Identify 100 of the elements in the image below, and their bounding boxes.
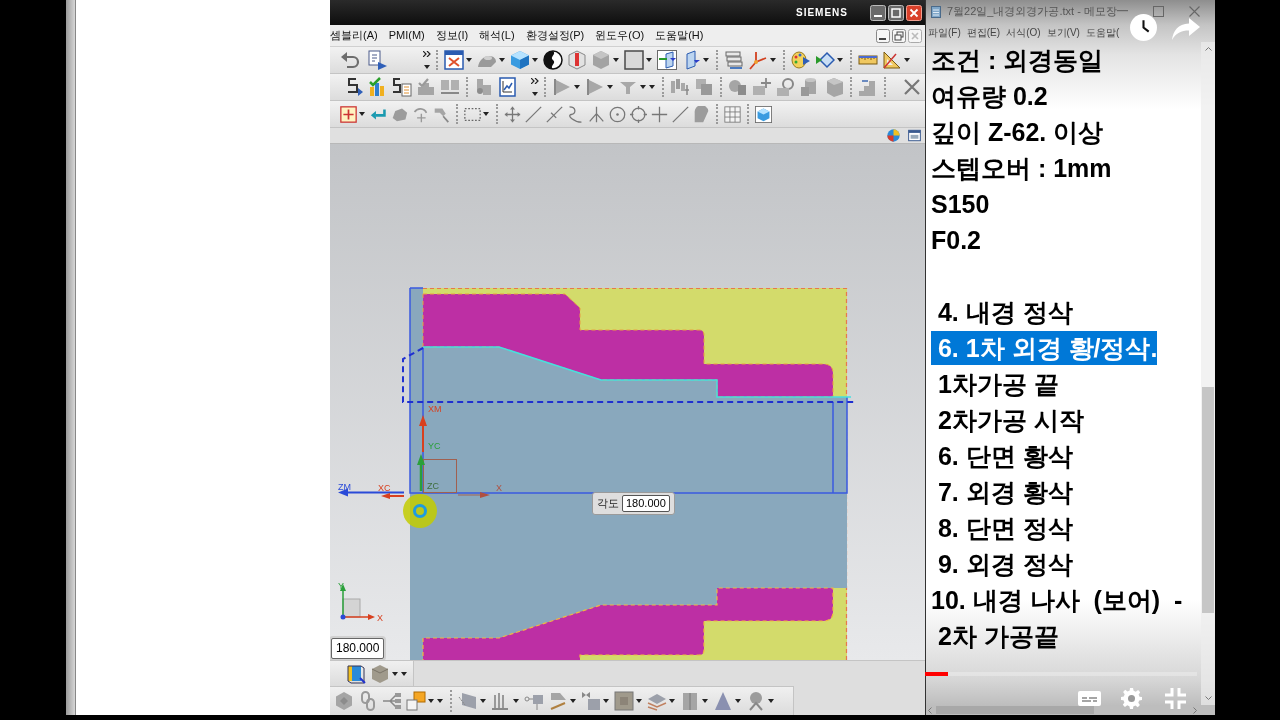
curve-icon[interactable]: [567, 105, 584, 123]
scroll-up-icon[interactable]: [1204, 47, 1212, 51]
plus-block-icon[interactable]: [752, 77, 772, 97]
line-icon[interactable]: [672, 105, 689, 123]
dashed-rectangle-icon[interactable]: [464, 105, 481, 123]
menu-item[interactable]: 서식(O): [1006, 24, 1041, 40]
caret-icon[interactable]: [424, 65, 430, 69]
horizontal-scrollbar[interactable]: [926, 705, 1215, 715]
caret-icon[interactable]: [607, 85, 613, 89]
double-chevron-icon[interactable]: [423, 51, 431, 57]
arc-plus-icon[interactable]: [412, 105, 429, 123]
tripod-icon[interactable]: [588, 105, 605, 123]
scroll-left-icon[interactable]: [928, 706, 932, 714]
grid-icon[interactable]: [724, 105, 741, 123]
undo-icon[interactable]: [340, 50, 360, 70]
caret-icon[interactable]: [513, 699, 519, 703]
menu-item[interactable]: PMI(M): [388, 27, 425, 44]
menu-item[interactable]: 도움말(: [1085, 24, 1120, 40]
cube-frame-icon[interactable]: [755, 105, 772, 123]
vertical-scrollbar[interactable]: [1201, 42, 1215, 705]
box-icon[interactable]: [824, 77, 844, 97]
minimize-icon[interactable]: [876, 28, 890, 43]
plus-square-icon[interactable]: [340, 105, 357, 123]
tree-structure-icon[interactable]: [382, 691, 402, 711]
twin-panels-icon[interactable]: [440, 77, 460, 97]
hexagon-icon[interactable]: [334, 691, 354, 711]
stairs-icon[interactable]: [858, 77, 878, 97]
window-icon[interactable]: [908, 129, 921, 142]
caret-icon[interactable]: [466, 58, 472, 62]
caret-icon[interactable]: [613, 58, 619, 62]
scroll-down-icon[interactable]: [1204, 696, 1212, 700]
circle-center-icon[interactable]: [609, 105, 626, 123]
caret-icon[interactable]: [669, 699, 675, 703]
move-arrows-icon[interactable]: [504, 105, 521, 123]
settings-icon[interactable]: [1121, 688, 1142, 709]
chart-document-icon[interactable]: [498, 77, 518, 97]
scrollbar-thumb[interactable]: [936, 706, 1094, 714]
document-arrow-icon[interactable]: [368, 50, 388, 70]
half-shaded-circle-icon[interactable]: [543, 50, 563, 70]
menu-item[interactable]: 환경설정(P): [525, 27, 585, 44]
circle-block-icon[interactable]: [728, 77, 748, 97]
caret-icon[interactable]: [735, 699, 741, 703]
caret-icon[interactable]: [603, 699, 609, 703]
caret-icon[interactable]: [702, 699, 708, 703]
plus-icon[interactable]: [651, 105, 668, 123]
arc-shape-icon[interactable]: [693, 105, 710, 123]
cube-icon[interactable]: [510, 50, 530, 70]
restore-icon[interactable]: [892, 28, 906, 43]
caret-icon[interactable]: [646, 58, 652, 62]
menu-item[interactable]: 도움말(H): [655, 27, 704, 44]
menu-item[interactable]: 해석(L): [479, 27, 515, 44]
caret-icon[interactable]: [570, 699, 576, 703]
stepped-block-icon[interactable]: [474, 77, 494, 97]
bars-plus-icon[interactable]: [670, 77, 690, 97]
check-block-icon[interactable]: [416, 77, 436, 97]
overlapping-squares-icon[interactable]: [694, 77, 714, 97]
stacked-sheets-icon[interactable]: [724, 50, 744, 70]
menu-item[interactable]: 셈블리(A): [330, 27, 378, 44]
caret-icon[interactable]: [768, 699, 774, 703]
crossed-line-icon[interactable]: [546, 105, 563, 123]
minimize-icon[interactable]: [870, 4, 886, 21]
angle-field[interactable]: 180.000: [622, 495, 670, 512]
menu-item[interactable]: 보기(V): [1046, 24, 1080, 40]
caret-icon[interactable]: [532, 58, 538, 62]
hexagon-bar-icon[interactable]: [567, 50, 587, 70]
quartered-circle-icon[interactable]: [887, 129, 900, 142]
coordinate-axes-icon[interactable]: [748, 50, 768, 70]
value-field[interactable]: 180.000: [331, 638, 385, 659]
share-icon[interactable]: [1172, 18, 1200, 40]
caret-icon[interactable]: [359, 112, 365, 116]
book-icon[interactable]: [346, 663, 366, 684]
caret-icon[interactable]: [770, 58, 776, 62]
menu-item[interactable]: 편집(E): [966, 24, 1001, 40]
caret-icon[interactable]: [480, 699, 486, 703]
menu-item[interactable]: 윈도우(O): [595, 27, 645, 44]
curve-document-icon[interactable]: [392, 77, 412, 97]
subtitles-icon[interactable]: [1078, 691, 1101, 706]
menu-item[interactable]: 파일(F): [928, 24, 961, 40]
caret-icon[interactable]: [904, 58, 910, 62]
caret-icon[interactable]: [532, 92, 538, 96]
scrollbar-thumb[interactable]: [1202, 387, 1214, 613]
caret-icon[interactable]: [636, 699, 642, 703]
menu-item[interactable]: 정보(I): [435, 27, 469, 44]
clock-icon[interactable]: [1130, 14, 1157, 41]
close-icon[interactable]: [906, 4, 922, 21]
line-icon[interactable]: [525, 105, 542, 123]
diamond-arrow-icon[interactable]: [815, 50, 835, 70]
ring-block-icon[interactable]: [776, 77, 796, 97]
caret-icon[interactable]: [499, 58, 505, 62]
square-icon[interactable]: [624, 50, 644, 70]
palette-arrow-icon[interactable]: [791, 50, 811, 70]
caret-icon[interactable]: [837, 58, 843, 62]
window-cross-icon[interactable]: [444, 50, 464, 70]
caret-icon[interactable]: [703, 58, 709, 62]
chain-link-icon[interactable]: [358, 691, 378, 711]
maximize-icon[interactable]: [888, 4, 904, 21]
double-chevron-icon[interactable]: [531, 78, 539, 84]
crosshair-circle-icon[interactable]: [630, 105, 647, 123]
scroll-right-icon[interactable]: [1193, 706, 1197, 714]
caret-icon[interactable]: [483, 112, 489, 116]
